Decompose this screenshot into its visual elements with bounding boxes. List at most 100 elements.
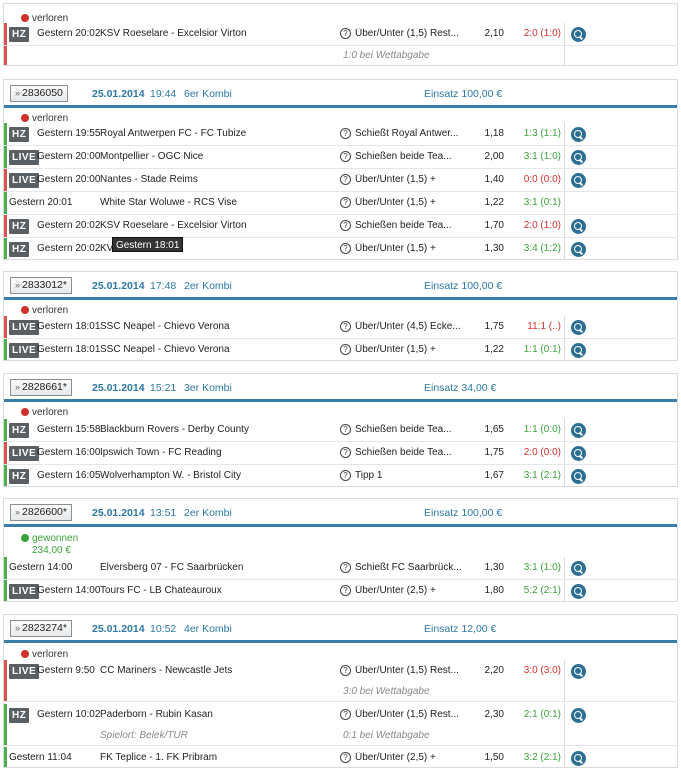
bet-stake: Einsatz 34,00 € — [424, 382, 497, 394]
bet-row[interactable]: LIVE Gestern 18:01 SSC Neapel - Chievo V… — [4, 339, 677, 360]
match-name: Paderborn - Rubin Kasan — [100, 709, 213, 720]
odds: 1,30 — [484, 562, 504, 573]
market-name: Über/Unter (1,5) + — [355, 344, 436, 355]
match-time: Gestern 19:55 — [37, 128, 100, 139]
bet-date: 25.01.2014 — [92, 280, 145, 292]
divider — [564, 557, 565, 579]
bet-id: 2836050 — [22, 87, 63, 99]
bet-id-button[interactable]: » 2826600* — [10, 504, 72, 521]
magnifier-icon[interactable] — [571, 127, 586, 142]
divider — [564, 442, 565, 464]
match-name: Blackburn Rovers - Derby County — [100, 424, 249, 435]
question-icon[interactable]: ? — [340, 220, 351, 231]
magnifier-icon[interactable] — [571, 664, 586, 679]
magnifier-icon[interactable] — [571, 423, 586, 438]
bet-row[interactable]: HZ Gestern 20:02 KSV Roeselare - Excelsi… — [4, 23, 677, 46]
bet-row[interactable]: HZ Gestern 15:58 Blackburn Rovers - Derb… — [4, 419, 677, 442]
match-name: SSC Neapel - Chievo Verona — [100, 321, 230, 332]
question-icon[interactable]: ? — [340, 585, 351, 596]
result: 1:3 (1:1) — [523, 128, 561, 139]
status-dot-icon — [21, 114, 29, 122]
bet-row[interactable]: HZ Gestern 19:55 Royal Antwerpen FC - FC… — [4, 123, 677, 146]
match-time: Gestern 20:00 — [37, 174, 100, 185]
bet-row[interactable]: LIVE Gestern 20:00 Montpellier - OGC Nic… — [4, 146, 677, 169]
question-icon[interactable]: ? — [340, 243, 351, 254]
question-icon[interactable]: ? — [340, 665, 351, 676]
bet-time: 17:48 — [150, 280, 177, 292]
divider — [564, 747, 565, 767]
question-icon[interactable]: ? — [340, 424, 351, 435]
bet-date: 25.01.2014 — [92, 88, 145, 100]
result: 3:0 (3:0) — [523, 665, 561, 676]
question-icon[interactable]: ? — [340, 344, 351, 355]
question-icon[interactable]: ? — [340, 128, 351, 139]
market-name: Über/Unter (1,5) Rest... — [355, 28, 459, 39]
magnifier-icon[interactable] — [571, 173, 586, 188]
bet-id-button[interactable]: » 2833012* — [10, 277, 72, 294]
bet-date: 25.01.2014 — [92, 507, 145, 519]
divider — [564, 23, 565, 45]
magnifier-icon[interactable] — [571, 343, 586, 358]
magnifier-icon[interactable] — [571, 561, 586, 576]
bet-slip-3: » 2828661* 25.01.2014 15:21 3er Kombi Ein… — [3, 373, 678, 487]
bet-row[interactable]: LIVE Gestern 14:00 Tours FC - LB Chateau… — [4, 580, 677, 601]
result: 3:4 (1:2) — [523, 243, 561, 254]
half-time-badge: HZ — [9, 708, 30, 723]
magnifier-icon[interactable] — [571, 446, 586, 461]
magnifier-icon[interactable] — [571, 320, 586, 335]
magnifier-icon[interactable] — [571, 708, 586, 723]
match-name: SSC Neapel - Chievo Verona — [100, 344, 230, 355]
magnifier-icon[interactable] — [571, 27, 586, 42]
bet-row[interactable]: Gestern 20:01 White Star Woluwe - RCS Vi… — [4, 192, 677, 215]
bet-row[interactable]: LIVE Gestern 9:50 CC Mariners - Newcastl… — [4, 660, 677, 683]
double-chevron-icon: » — [15, 382, 20, 392]
divider — [564, 146, 565, 168]
bet-row[interactable]: HZ Gestern 20:02 KSV Roeselare - Excelsi… — [4, 215, 677, 238]
question-icon[interactable]: ? — [340, 562, 351, 573]
odds: 1,30 — [484, 243, 504, 254]
status-bar — [4, 46, 7, 65]
match-name: KSV Roeselare - Excelsior Virton — [100, 220, 247, 231]
match-time: Gestern 16:05 — [37, 470, 100, 481]
question-icon[interactable]: ? — [340, 197, 351, 208]
bet-id-button[interactable]: » 2823274* — [10, 620, 72, 637]
bet-type: 4er Kombi — [184, 623, 232, 635]
bet-slip-1: » 2836050 25.01.2014 19:44 6er Kombi Eins… — [3, 79, 678, 260]
status-dot-icon — [21, 534, 29, 542]
magnifier-icon[interactable] — [571, 751, 586, 766]
match-name: Wolverhampton W. - Bristol City — [100, 470, 241, 481]
magnifier-icon[interactable] — [571, 219, 586, 234]
match-name: Elversberg 07 - FC Saarbrücken — [100, 562, 244, 573]
bet-row[interactable]: LIVE Gestern 18:01 SSC Neapel - Chievo V… — [4, 316, 677, 339]
question-icon[interactable]: ? — [340, 447, 351, 458]
bet-row[interactable]: HZ Gestern 20:02 KV SK ? Über/Unter (1,5… — [4, 238, 677, 259]
magnifier-icon[interactable] — [571, 469, 586, 484]
bet-row[interactable]: HZ Gestern 10:02 Paderborn - Rubin Kasan… — [4, 704, 677, 727]
magnifier-icon[interactable] — [571, 584, 586, 599]
bet-time: 13:51 — [150, 507, 177, 519]
bet-note: 0:1 bei Wettabgabe — [343, 730, 430, 741]
bet-row[interactable]: LIVE Gestern 20:00 Nantes - Stade Reims … — [4, 169, 677, 192]
bet-row[interactable]: Gestern 14:00 Elversberg 07 - FC Saarbrü… — [4, 557, 677, 580]
question-icon[interactable]: ? — [340, 151, 351, 162]
magnifier-icon[interactable] — [571, 242, 586, 257]
question-icon[interactable]: ? — [340, 174, 351, 185]
bet-id-button[interactable]: » 2836050 — [10, 85, 68, 102]
bet-time: 19:44 — [150, 88, 177, 100]
status-text: verloren — [32, 305, 69, 316]
bet-row[interactable]: LIVE Gestern 16:00 Ipswich Town - FC Rea… — [4, 442, 677, 465]
magnifier-icon[interactable] — [571, 150, 586, 165]
question-icon[interactable]: ? — [340, 752, 351, 763]
status-bar — [4, 339, 7, 360]
market-name: Schießt FC Saarbrück... — [355, 562, 462, 573]
question-icon[interactable]: ? — [340, 28, 351, 39]
question-icon[interactable]: ? — [340, 709, 351, 720]
bet-id-button[interactable]: » 2828661* — [10, 379, 72, 396]
market-name: Über/Unter (1,5) + — [355, 174, 436, 185]
bet-row[interactable]: HZ Gestern 16:05 Wolverhampton W. - Bris… — [4, 465, 677, 486]
bet-header: » 2823274* 25.01.2014 10:52 4er Kombi Ein… — [4, 615, 677, 643]
status-dot-icon — [21, 306, 29, 314]
question-icon[interactable]: ? — [340, 321, 351, 332]
question-icon[interactable]: ? — [340, 470, 351, 481]
bet-row[interactable]: Gestern 11:04 FK Teplice - 1. FK Pribram… — [4, 747, 677, 767]
